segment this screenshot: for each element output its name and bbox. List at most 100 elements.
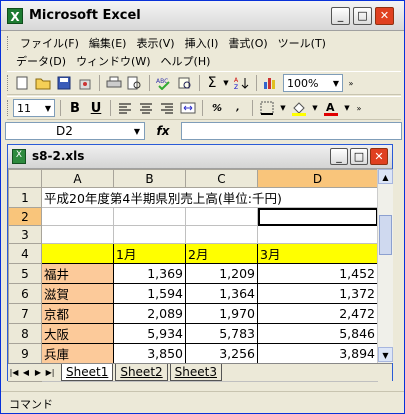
value-cell[interactable]: 3,256	[185, 343, 258, 364]
cell[interactable]	[41, 207, 114, 226]
scroll-down-icon[interactable]: ▼	[378, 347, 393, 362]
value-cell[interactable]: 2,089	[113, 303, 186, 324]
menu-view[interactable]: 表示(V)	[133, 35, 177, 51]
row-header[interactable]: 6	[8, 283, 42, 304]
value-cell[interactable]: 3,894	[257, 343, 378, 364]
open-folder-icon[interactable]	[34, 74, 52, 92]
value-cell[interactable]: 1,452	[257, 263, 378, 284]
sheet-tab-1[interactable]: Sheet1	[61, 364, 114, 381]
active-cell-d2[interactable]	[257, 207, 378, 226]
chevron-down-icon[interactable]: ▼	[42, 104, 54, 113]
cell[interactable]	[257, 225, 378, 244]
value-cell[interactable]: 3,850	[113, 343, 186, 364]
menu-tools[interactable]: ツール(T)	[275, 35, 329, 51]
cell[interactable]	[113, 207, 186, 226]
print-preview-icon[interactable]	[126, 74, 144, 92]
menu-file[interactable]: ファイル(F)	[17, 35, 82, 51]
menu-window[interactable]: ウィンドウ(W)	[73, 53, 153, 69]
value-cell[interactable]: 1,594	[113, 283, 186, 304]
formula-input[interactable]	[181, 122, 402, 140]
column-header-a[interactable]: A	[41, 169, 114, 188]
cell[interactable]	[41, 225, 114, 244]
row-header[interactable]: 2	[8, 207, 42, 226]
column-header-d[interactable]: D	[257, 169, 378, 188]
value-cell[interactable]: 1,369	[113, 263, 186, 284]
menu-help[interactable]: ヘルプ(H)	[158, 53, 214, 69]
permission-icon[interactable]	[76, 74, 94, 92]
toolbar-grip[interactable]	[7, 75, 10, 91]
menu-format[interactable]: 書式(O)	[225, 35, 270, 51]
scroll-up-icon[interactable]: ▲	[378, 169, 393, 184]
cell[interactable]	[185, 207, 258, 226]
toolbar-options-icon[interactable]: »	[354, 99, 364, 117]
borders-dropdown-icon[interactable]: ▼	[279, 99, 287, 117]
cell-a1-title[interactable]: 平成20年度第4半期県別売上高(単位:千円)	[41, 187, 378, 208]
row-header[interactable]: 4	[8, 243, 42, 264]
row-header[interactable]: 9	[8, 343, 42, 364]
prefecture-cell[interactable]: 兵庫	[41, 343, 114, 364]
prev-sheet-icon[interactable]: ◀	[20, 368, 32, 377]
header-cell[interactable]: 1月	[113, 243, 186, 264]
zoom-combo[interactable]: 100% ▼	[283, 74, 343, 92]
print-icon[interactable]	[105, 74, 123, 92]
prefecture-cell[interactable]: 滋賀	[41, 283, 114, 304]
fill-color-icon[interactable]	[290, 99, 308, 117]
menu-insert[interactable]: 挿入(I)	[182, 35, 222, 51]
comma-style-icon[interactable]: ,	[229, 99, 247, 117]
value-cell[interactable]: 1,970	[185, 303, 258, 324]
save-icon[interactable]	[55, 74, 73, 92]
header-cell[interactable]: 2月	[185, 243, 258, 264]
font-color-icon[interactable]: A	[322, 99, 340, 117]
prefecture-cell[interactable]: 福井	[41, 263, 114, 284]
cell[interactable]	[113, 225, 186, 244]
menu-data[interactable]: データ(D)	[13, 53, 69, 69]
menu-grip[interactable]	[7, 36, 10, 50]
select-all-corner[interactable]	[8, 169, 42, 188]
new-file-icon[interactable]	[13, 74, 31, 92]
next-sheet-icon[interactable]: ▶	[32, 368, 44, 377]
value-cell[interactable]: 5,934	[113, 323, 186, 344]
value-cell[interactable]: 1,209	[185, 263, 258, 284]
sort-ascending-icon[interactable]: AZ	[233, 74, 251, 92]
chart-wizard-icon[interactable]	[262, 74, 280, 92]
row-header[interactable]: 5	[8, 263, 42, 284]
row-header[interactable]: 8	[8, 323, 42, 344]
align-left-icon[interactable]	[116, 99, 134, 117]
sheet-tab-2[interactable]: Sheet2	[115, 364, 168, 381]
scroll-thumb[interactable]	[379, 215, 392, 255]
sheet-tab-3[interactable]: Sheet3	[169, 364, 222, 381]
font-size-combo[interactable]: 11 ▼	[13, 99, 55, 117]
maximize-button[interactable]: □	[353, 7, 372, 25]
align-right-icon[interactable]	[158, 99, 176, 117]
name-box[interactable]: D2 ▼	[5, 122, 145, 140]
last-sheet-icon[interactable]: ▶|	[44, 368, 56, 377]
cell[interactable]	[185, 225, 258, 244]
spelling-icon[interactable]: ABC	[155, 74, 173, 92]
fill-color-dropdown-icon[interactable]: ▼	[311, 99, 319, 117]
row-header[interactable]: 1	[8, 187, 42, 208]
insert-function-icon[interactable]: fx	[145, 124, 181, 138]
value-cell[interactable]: 5,783	[185, 323, 258, 344]
row-header[interactable]: 7	[8, 303, 42, 324]
workbook-maximize-button[interactable]: □	[350, 148, 368, 165]
value-cell[interactable]: 5,846	[257, 323, 378, 344]
workbook-close-button[interactable]: ✕	[370, 148, 388, 165]
workbook-minimize-button[interactable]: _	[330, 148, 348, 165]
value-cell[interactable]: 2,472	[257, 303, 378, 324]
row-header[interactable]: 3	[8, 225, 42, 244]
prefecture-cell[interactable]: 大阪	[41, 323, 114, 344]
menu-edit[interactable]: 編集(E)	[86, 35, 130, 51]
column-header-c[interactable]: C	[185, 169, 258, 188]
prefecture-cell[interactable]: 京都	[41, 303, 114, 324]
research-icon[interactable]	[176, 74, 194, 92]
workbook-icon[interactable]: X	[12, 149, 26, 164]
percent-style-icon[interactable]: %	[208, 99, 226, 117]
header-cell[interactable]	[41, 243, 114, 264]
bold-button[interactable]: B	[66, 99, 84, 117]
close-button[interactable]: ✕	[375, 7, 394, 25]
merge-center-icon[interactable]	[179, 99, 197, 117]
font-color-dropdown-icon[interactable]: ▼	[343, 99, 351, 117]
excel-app-icon[interactable]: X	[7, 8, 23, 24]
toolbar-grip[interactable]	[7, 100, 10, 116]
align-center-icon[interactable]	[137, 99, 155, 117]
